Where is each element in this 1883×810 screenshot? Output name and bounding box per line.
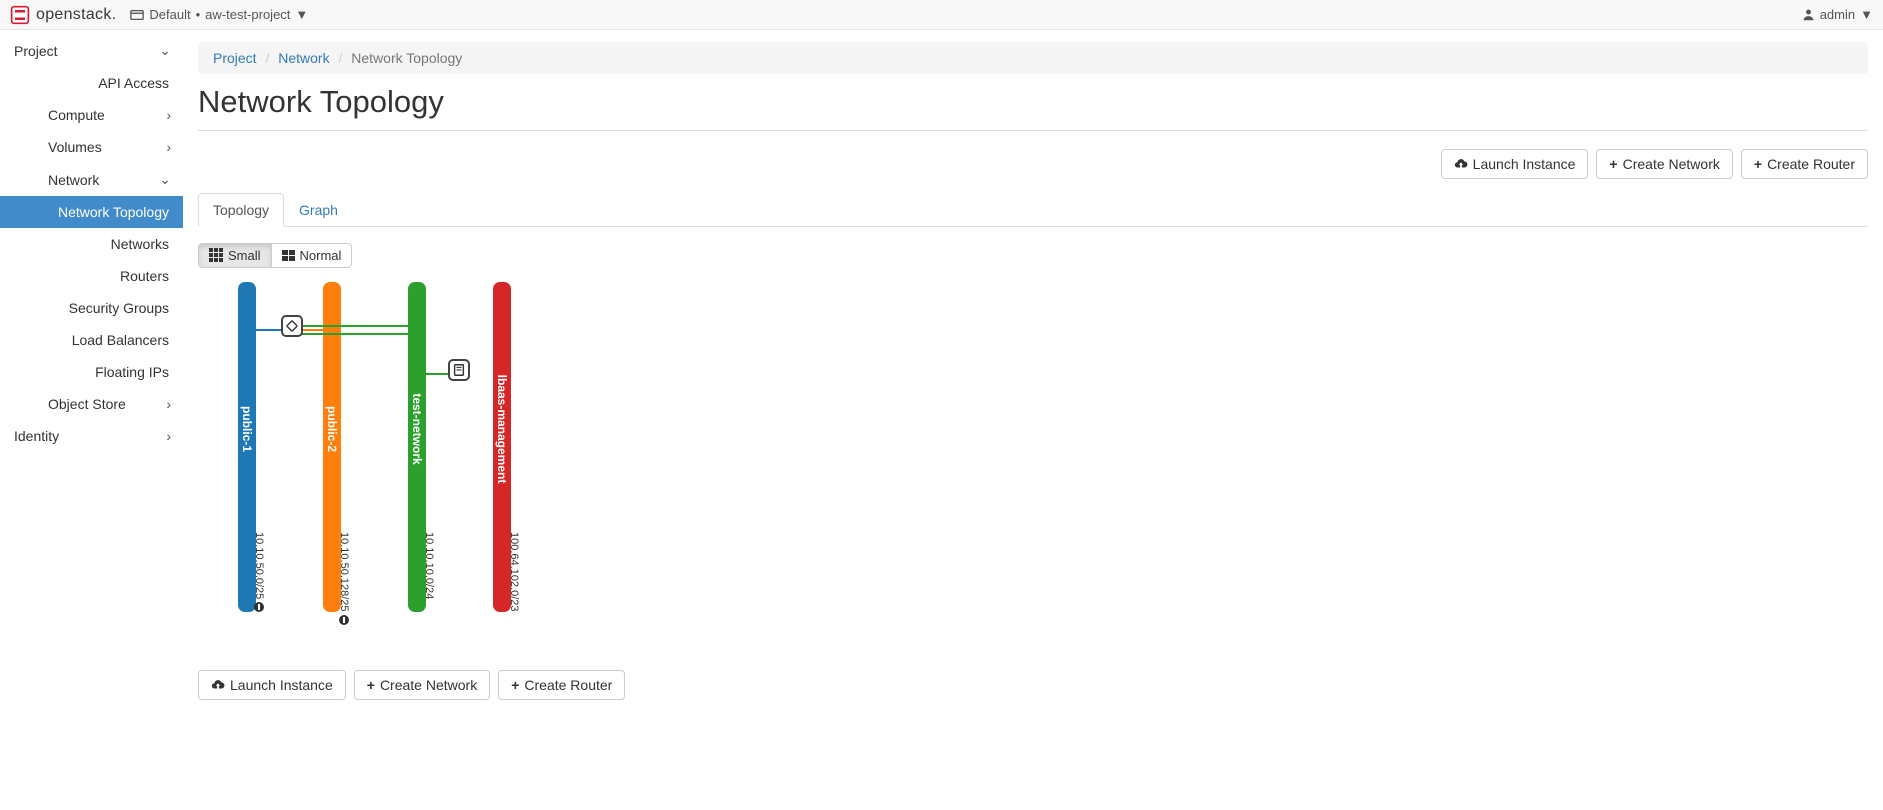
network-cidr: 10.10.10.0/24 (423, 532, 435, 599)
size-normal-button[interactable]: Normal (272, 243, 353, 268)
create-router-button[interactable]: + Create Router (1741, 149, 1868, 179)
size-toggle: Small Normal (198, 243, 352, 268)
domain-name: Default (149, 7, 190, 22)
main-content: Project / Network / Network Topology Net… (183, 30, 1883, 720)
topology-link (292, 333, 417, 335)
sidebar-item-floating-ips[interactable]: Floating IPs (0, 356, 183, 388)
tab-graph[interactable]: Graph (284, 193, 353, 227)
sidebar-item-security-groups[interactable]: Security Groups (0, 292, 183, 324)
sidebar-item-network-topology[interactable]: Network Topology (0, 196, 183, 228)
launch-instance-button-bottom[interactable]: Launch Instance (198, 670, 346, 700)
divider (198, 130, 1868, 131)
router-icon (285, 319, 299, 333)
plus-icon: + (1754, 156, 1762, 172)
sidebar: Project ⌄ API Access Compute › Volumes ›… (0, 30, 183, 720)
breadcrumb: Project / Network / Network Topology (198, 42, 1868, 74)
network-label: public-1 (240, 405, 254, 451)
project-name: aw-test-project (205, 7, 290, 22)
plus-icon: + (1609, 156, 1617, 172)
chevron-down-icon: ⌄ (159, 42, 171, 59)
plus-icon: + (367, 677, 375, 693)
create-network-button-bottom[interactable]: + Create Network (354, 670, 490, 700)
page-title: Network Topology (198, 84, 1868, 120)
network-cidr: 10.10.50.128/25 (338, 532, 350, 625)
network-cidr: 100.64.102.0/23 (508, 532, 520, 612)
project-selector[interactable]: Default • aw-test-project ▼ (130, 7, 308, 22)
domain-icon (130, 8, 144, 22)
brand-text: openstack. (36, 6, 116, 24)
chevron-right-icon: › (166, 428, 171, 444)
cloud-upload-icon (1454, 157, 1468, 171)
network-label: lbaas-management (495, 374, 509, 483)
chevron-down-icon: ⌄ (159, 171, 171, 188)
topbar: openstack. Default • aw-test-project ▼ a… (0, 0, 1883, 30)
sidebar-group-network[interactable]: Network ⌄ (0, 163, 183, 196)
breadcrumb-network[interactable]: Network (278, 50, 329, 66)
router-node[interactable] (281, 315, 303, 337)
caret-down-icon: ▼ (1860, 7, 1873, 22)
sidebar-group-object-store[interactable]: Object Store › (0, 388, 183, 420)
instance-icon (452, 363, 466, 377)
chevron-right-icon: › (166, 139, 171, 155)
sidebar-group-project[interactable]: Project ⌄ (0, 34, 183, 67)
topology-link (292, 325, 417, 327)
user-icon (1802, 8, 1815, 21)
network-label: test-network (410, 393, 424, 464)
globe-icon (254, 602, 264, 612)
tabs: Topology Graph (198, 193, 1868, 227)
cloud-upload-icon (211, 678, 225, 692)
sidebar-group-volumes[interactable]: Volumes › (0, 131, 183, 163)
chevron-right-icon: › (166, 396, 171, 412)
globe-icon (339, 614, 349, 624)
launch-instance-button[interactable]: Launch Instance (1441, 149, 1589, 179)
topology-canvas[interactable]: public-1 10.10.50.0/25 public-2 10.10.50.1… (198, 282, 738, 662)
size-small-button[interactable]: Small (198, 243, 272, 268)
grid-normal-icon (282, 250, 295, 261)
chevron-right-icon: › (166, 107, 171, 123)
create-router-button-bottom[interactable]: + Create Router (498, 670, 625, 700)
openstack-logo-icon (10, 5, 30, 25)
sidebar-group-identity[interactable]: Identity › (0, 420, 183, 452)
plus-icon: + (511, 677, 519, 693)
breadcrumb-project[interactable]: Project (213, 50, 257, 66)
sidebar-item-routers[interactable]: Routers (0, 260, 183, 292)
create-network-button[interactable]: + Create Network (1596, 149, 1732, 179)
caret-down-icon: ▼ (295, 7, 308, 22)
sidebar-item-api-access[interactable]: API Access (0, 67, 183, 99)
breadcrumb-current: Network Topology (351, 50, 462, 66)
user-menu[interactable]: admin ▼ (1802, 7, 1873, 22)
action-bar-bottom: Launch Instance + Create Network + Creat… (198, 670, 1868, 700)
action-bar-top: Launch Instance + Create Network + Creat… (198, 149, 1868, 179)
instance-node[interactable] (448, 359, 470, 381)
network-label: public-2 (325, 405, 339, 451)
user-name: admin (1820, 7, 1855, 22)
network-cidr: 10.10.50.0/25 (253, 532, 265, 612)
tab-topology[interactable]: Topology (198, 193, 284, 227)
sidebar-item-networks[interactable]: Networks (0, 228, 183, 260)
sidebar-item-load-balancers[interactable]: Load Balancers (0, 324, 183, 356)
sidebar-group-compute[interactable]: Compute › (0, 99, 183, 131)
brand[interactable]: openstack. (10, 5, 116, 25)
grid-small-icon (209, 248, 223, 262)
